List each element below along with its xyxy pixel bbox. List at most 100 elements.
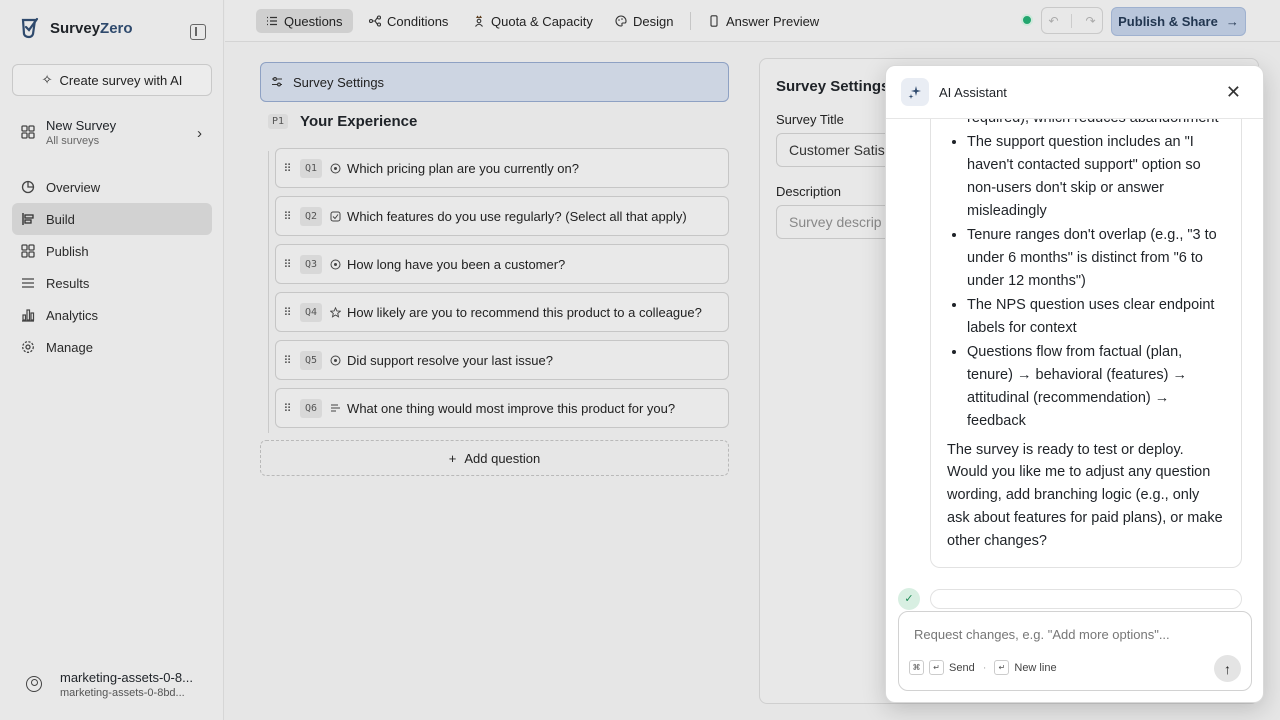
chat-input[interactable]: Request changes, e.g. "Add more options"… (898, 611, 1252, 691)
sidebar-item-manage[interactable]: Manage (12, 331, 212, 363)
top-bar: Questions Conditions Quota & Capacity De… (225, 0, 1280, 42)
drag-handle-icon[interactable]: ⠿ (276, 162, 298, 175)
question-text: Which pricing plan are you currently on? (347, 160, 579, 176)
question-number: Q2 (300, 206, 323, 226)
branch-icon (369, 15, 381, 27)
tab-design[interactable]: Design (605, 9, 683, 33)
message-bullet: Tenure ranges don't overlap (e.g., "3 to… (967, 224, 1225, 292)
redo-icon[interactable]: ↷ (1085, 14, 1095, 28)
question-tree-line (268, 151, 269, 433)
gear-icon (22, 341, 34, 353)
question-number: Q3 (300, 254, 323, 274)
topbar-divider (690, 12, 691, 30)
question-card[interactable]: ⠿ Q2 Which features do you use regularly… (275, 196, 729, 236)
drag-handle-icon[interactable]: ⠿ (276, 210, 298, 223)
question-text: What one thing would most improve this p… (347, 400, 676, 416)
radio-icon (330, 355, 341, 365)
undo-icon[interactable]: ↶ (1048, 14, 1058, 28)
ai-assistant-header: AI Assistant ✕ (886, 66, 1263, 119)
survey-grid-icon (21, 125, 35, 139)
user-account[interactable]: marketing-assets-0-8... marketing-assets… (12, 660, 212, 708)
user-email: marketing-assets-0-8bd... (60, 686, 185, 699)
drag-handle-icon[interactable]: ⠿ (276, 354, 298, 367)
send-button[interactable]: ↑ (1214, 655, 1241, 682)
hint-separator: · (982, 661, 987, 674)
publish-share-button[interactable]: Publish & Share → (1111, 7, 1246, 36)
arrow-right-icon: → (1225, 14, 1239, 29)
sidebar-item-build[interactable]: Build (12, 203, 212, 235)
question-text: How likely are you to recommend this pro… (347, 304, 702, 320)
close-icon[interactable]: ✕ (1226, 83, 1241, 101)
drag-handle-icon[interactable]: ⠿ (276, 306, 298, 319)
question-card[interactable]: ⠿ Q1 Which pricing plan are you currentl… (275, 148, 729, 188)
question-number: Q6 (300, 398, 323, 418)
tab-conditions[interactable]: Conditions (359, 9, 458, 33)
message-bullet: required), which reduces abandonment (967, 119, 1225, 130)
question-card[interactable]: ⠿ Q4 How likely are you to recommend thi… (275, 292, 729, 332)
tab-quota-capacity[interactable]: Quota & Capacity (463, 9, 603, 33)
survey-selector[interactable]: New Survey All surveys › (12, 112, 212, 152)
user-name: marketing-assets-0-8... (60, 669, 193, 685)
question-text: How long have you been a customer? (347, 256, 566, 272)
radio-icon (330, 259, 341, 269)
undo-redo-divider (1071, 13, 1073, 28)
chat-messages: required), which reduces abandonment The… (886, 119, 1263, 601)
chevron-right-icon: › (197, 125, 202, 142)
question-number: Q5 (300, 350, 323, 370)
ai-assistant-panel: AI Assistant ✕ required), which reduces … (885, 65, 1264, 703)
settings-title: Survey Settings (776, 78, 890, 95)
brand[interactable]: SurveyZero (20, 17, 133, 39)
question-number: Q1 (300, 158, 323, 178)
sidebar-item-overview[interactable]: Overview (12, 171, 212, 203)
question-text: Did support resolve your last issue? (347, 352, 553, 368)
palette-icon (615, 15, 627, 27)
question-number: Q4 (300, 302, 323, 322)
arrow-up-icon: ↑ (1224, 660, 1231, 677)
add-question-button[interactable]: + Add question (260, 440, 729, 476)
star-icon (330, 306, 342, 318)
send-hint: Send (949, 661, 975, 674)
survey-settings-row[interactable]: Survey Settings (260, 62, 729, 102)
question-card[interactable]: ⠿ Q5 Did support resolve your last issue… (275, 340, 729, 380)
crown-user-icon (475, 15, 483, 27)
message-bullet: The NPS question uses clear endpoint lab… (967, 294, 1225, 340)
drag-handle-icon[interactable]: ⠿ (276, 402, 298, 415)
survey-scope: All surveys (46, 134, 100, 147)
text-lines-icon (331, 404, 341, 411)
tab-questions[interactable]: Questions (256, 9, 353, 33)
newline-hint: New line (1014, 661, 1057, 674)
tab-answer-preview[interactable]: Answer Preview (698, 9, 829, 33)
sidebar-toggle-icon[interactable] (190, 24, 206, 40)
drag-handle-icon[interactable]: ⠿ (276, 258, 298, 271)
checkbox-icon (330, 211, 341, 221)
build-icon (22, 213, 34, 225)
sparkle-icon: ✧ (41, 72, 53, 87)
message-bullet: Questions flow from factual (plan, tenur… (967, 341, 1225, 432)
phone-icon (710, 15, 718, 27)
description-label: Description (776, 184, 842, 199)
enter-key-icon: ↵ (994, 660, 1010, 675)
page-badge: P1 (268, 114, 289, 129)
cmd-key-icon: ⌘ (909, 660, 924, 675)
grid-icon (21, 244, 35, 258)
sidebar-item-results[interactable]: Results (12, 267, 212, 299)
page-header[interactable]: P1 Your Experience (268, 113, 417, 130)
ai-assistant-title: AI Assistant (939, 84, 1007, 100)
question-card[interactable]: ⠿ Q6 What one thing would most improve t… (275, 388, 729, 428)
create-survey-ai-button[interactable]: ✧ Create survey with AI (12, 64, 212, 96)
question-card[interactable]: ⠿ Q3 How long have you been a customer? (275, 244, 729, 284)
sidebar-item-publish[interactable]: Publish (12, 235, 212, 267)
chat-input-placeholder: Request changes, e.g. "Add more options"… (914, 627, 1170, 642)
plus-icon: + (448, 450, 457, 466)
user-avatar-icon (26, 676, 42, 692)
check-avatar-icon: ✓ (898, 588, 920, 610)
status-indicator (1021, 14, 1033, 26)
assistant-message: required), which reduces abandonment The… (930, 119, 1242, 568)
undo-redo-group: ↶ ↷ (1041, 7, 1103, 34)
sidebar-item-analytics[interactable]: Analytics (12, 299, 212, 331)
sidebar-nav: Overview Build Publish Results Analytics… (12, 171, 212, 363)
list-icon (22, 278, 34, 288)
app-name: SurveyZero (50, 19, 133, 37)
sliders-icon (272, 77, 282, 87)
radio-icon (330, 163, 341, 173)
